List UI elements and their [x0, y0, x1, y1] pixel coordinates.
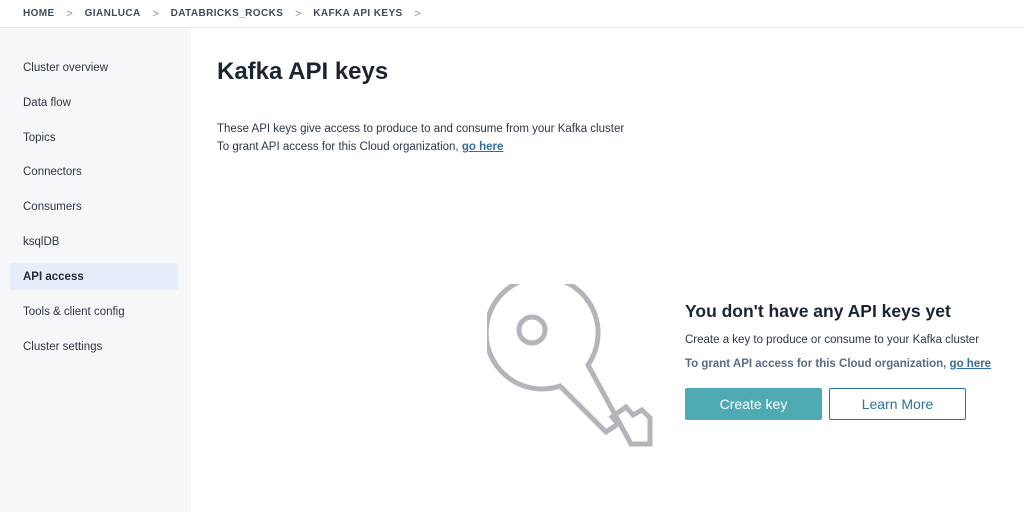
- empty-state: You don't have any API keys yet Create a…: [685, 301, 1015, 420]
- empty-state-grant-text: To grant API access for this Cloud organ…: [685, 358, 947, 370]
- chevron-right-icon: >: [152, 7, 159, 20]
- main-content: Kafka API keys These API keys give acces…: [191, 29, 1024, 512]
- sidebar-item-cluster-overview[interactable]: Cluster overview: [10, 54, 178, 81]
- create-key-button[interactable]: Create key: [685, 388, 822, 420]
- page-title: Kafka API keys: [217, 58, 389, 85]
- sidebar-item-api-access[interactable]: API access: [10, 263, 178, 290]
- go-here-link[interactable]: go here: [462, 141, 504, 153]
- empty-state-description: Create a key to produce or consume to yo…: [685, 334, 980, 346]
- empty-state-actions: Create key Learn More: [685, 388, 1015, 420]
- empty-state-grant: To grant API access for this Cloud organ…: [685, 358, 1015, 370]
- breadcrumb-cluster[interactable]: DATABRICKS_ROCKS: [171, 8, 284, 19]
- sidebar-item-topics[interactable]: Topics: [10, 124, 178, 151]
- chevron-right-icon: >: [295, 7, 302, 20]
- sidebar-item-tools-client-config[interactable]: Tools & client config: [10, 298, 178, 325]
- sidebar-item-ksqldb[interactable]: ksqlDB: [10, 228, 178, 255]
- breadcrumb-home[interactable]: HOME: [23, 8, 55, 19]
- empty-state-title: You don't have any API keys yet: [685, 301, 951, 321]
- chevron-right-icon: >: [414, 7, 421, 20]
- intro-grant-line: To grant API access for this Cloud organ…: [217, 138, 624, 156]
- sidebar-item-consumers[interactable]: Consumers: [10, 193, 178, 220]
- chevron-right-icon: >: [66, 7, 73, 20]
- intro-text: These API keys give access to produce to…: [217, 120, 624, 156]
- sidebar: Cluster overview Data flow Topics Connec…: [0, 29, 191, 512]
- breadcrumb-current[interactable]: KAFKA API KEYS: [313, 8, 402, 19]
- sidebar-item-connectors[interactable]: Connectors: [10, 158, 178, 185]
- sidebar-item-cluster-settings[interactable]: Cluster settings: [10, 333, 178, 360]
- sidebar-item-data-flow[interactable]: Data flow: [10, 89, 178, 116]
- intro-line: These API keys give access to produce to…: [217, 123, 625, 135]
- learn-more-button[interactable]: Learn More: [829, 388, 966, 420]
- breadcrumb: HOME > GIANLUCA > DATABRICKS_ROCKS > KAF…: [0, 0, 1024, 28]
- breadcrumb-environment[interactable]: GIANLUCA: [85, 8, 141, 19]
- key-icon: [483, 274, 657, 454]
- intro-grant-text: To grant API access for this Cloud organ…: [217, 141, 459, 153]
- empty-state-go-here-link[interactable]: go here: [950, 358, 992, 370]
